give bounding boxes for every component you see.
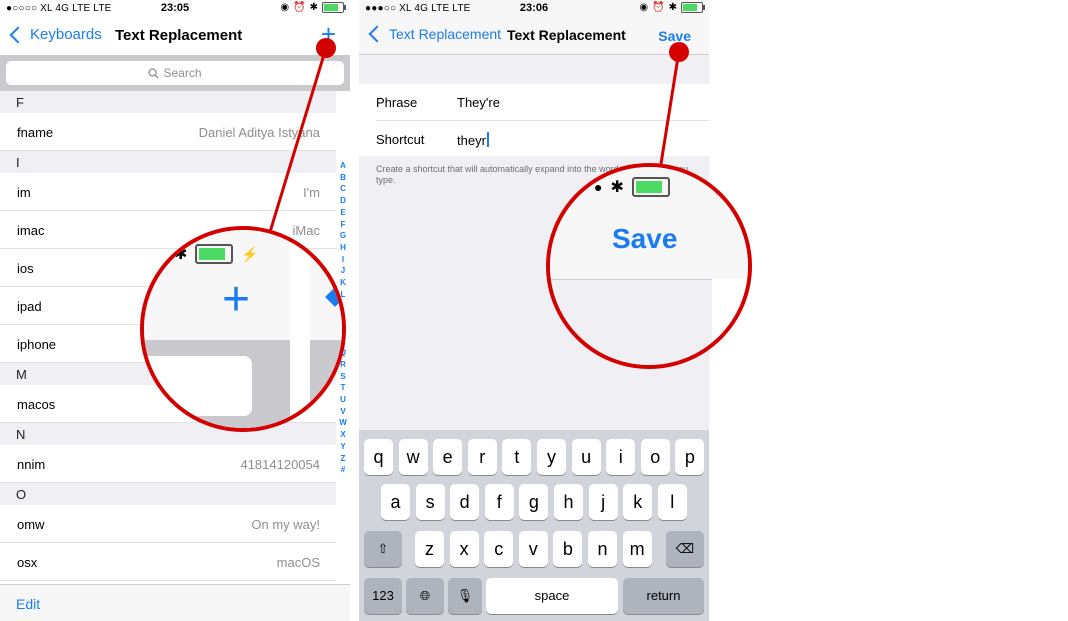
magnifier-save-button: ● ✱ Save	[546, 163, 752, 369]
bluetooth-icon: ✱	[610, 179, 624, 196]
annotation-dot-left	[316, 38, 336, 58]
bluetooth-icon: ✱	[174, 246, 188, 263]
magnified-save-label: Save	[612, 223, 678, 254]
battery-icon	[631, 177, 670, 197]
charging-icon: ⚡	[241, 245, 259, 262]
annotation-line-left	[268, 47, 328, 233]
magnified-search-box	[144, 356, 252, 416]
alarm-icon: ●	[594, 179, 603, 195]
annotation-line-right	[658, 50, 681, 171]
battery-icon	[195, 244, 234, 264]
magnifier-add-button: ✱ ⚡ +	[140, 226, 346, 432]
magnified-plus-icon: +	[222, 273, 251, 326]
magnified-status-icons: ● ✱	[594, 177, 670, 197]
magnified-status-icons: ✱ ⚡	[174, 244, 259, 264]
annotation-dot-right	[669, 42, 689, 62]
